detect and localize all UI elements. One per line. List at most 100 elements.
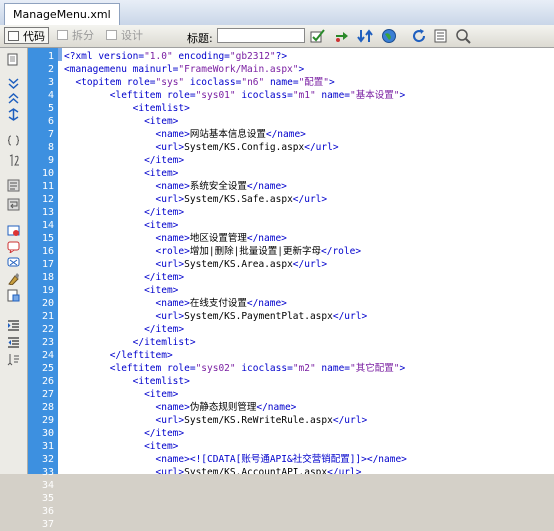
code-line[interactable]: <name>伪静态规则管理</name> <box>64 401 297 414</box>
highlight-invalid-icon[interactable] <box>7 179 20 192</box>
remove-comment-icon[interactable] <box>7 256 20 269</box>
split-view-label: 拆分 <box>72 29 94 42</box>
code-line[interactable]: </item> <box>64 154 184 167</box>
line-number: 5 <box>47 103 54 114</box>
line-number: 33 <box>41 467 54 478</box>
format-source-icon[interactable] <box>7 353 20 366</box>
line-number: 35 <box>41 493 54 504</box>
line-number: 19 <box>41 285 54 296</box>
validate-icon[interactable] <box>310 28 326 44</box>
code-view-button[interactable]: 代码 <box>4 27 49 44</box>
line-number: 22 <box>41 324 54 335</box>
split-view-button[interactable]: 拆分 <box>54 27 97 44</box>
line-number: 14 <box>41 220 54 231</box>
recent-snippets-icon[interactable] <box>7 289 20 302</box>
code-line[interactable]: </leftitem> <box>64 349 173 362</box>
code-line[interactable]: <item> <box>64 284 178 297</box>
code-line[interactable]: <name><![CDATA[账号通API&社交营销配置]]></name> <box>64 453 407 466</box>
expand-tag-icon[interactable] <box>7 92 20 105</box>
line-number-column: 1 2 3 4 5 6 7 8 9 10 11 12 13 14 15 16 17 18 19 20 21 22 23 24 2… <box>28 48 58 530</box>
tab-managemenu-xml[interactable]: ManageMenu.xml <box>4 3 120 25</box>
code-line[interactable]: <managemenu mainurl="FrameWork/Main.aspx… <box>64 63 304 76</box>
line-number: 9 <box>47 155 54 166</box>
visual-aids-icon[interactable] <box>455 28 471 44</box>
file-transfer-icon[interactable] <box>357 28 373 44</box>
syntax-error-icon[interactable] <box>7 224 20 237</box>
code-line[interactable]: <itemlist> <box>64 102 190 115</box>
line-number: 16 <box>41 246 54 257</box>
line-numbers-icon[interactable] <box>7 154 20 167</box>
preview-browser-icon[interactable] <box>381 28 397 44</box>
outdent-icon[interactable] <box>7 336 20 349</box>
line-number: 6 <box>47 116 54 127</box>
code-line[interactable]: <item> <box>64 167 178 180</box>
code-line[interactable]: <role>增加|删除|批量设置|更新字母</role> <box>64 245 362 258</box>
code-view-icon <box>8 31 19 41</box>
split-view-icon <box>57 30 68 40</box>
code-line[interactable]: </item> <box>64 427 184 440</box>
code-line[interactable]: </item> <box>64 206 184 219</box>
line-number: 20 <box>41 298 54 309</box>
word-wrap-icon[interactable] <box>7 198 20 211</box>
title-input[interactable] <box>217 28 305 43</box>
line-number: 11 <box>41 181 54 192</box>
line-number: 26 <box>41 376 54 387</box>
apply-comment-icon[interactable] <box>7 240 20 253</box>
document-tab-bar: ManageMenu.xml <box>0 0 554 26</box>
debug-icon[interactable] <box>334 28 350 44</box>
code-line[interactable]: <leftitem role="sys01" icoclass="m1" nam… <box>64 89 405 102</box>
indent-icon[interactable] <box>7 319 20 332</box>
line-number: 30 <box>41 428 54 439</box>
line-number: 15 <box>41 233 54 244</box>
code-line[interactable]: <name>在线支付设置</name> <box>64 297 287 310</box>
view-options-icon[interactable] <box>433 28 449 44</box>
line-number: 10 <box>41 168 54 179</box>
code-line[interactable]: <itemlist> <box>64 375 190 388</box>
code-view-label: 代码 <box>23 30 45 43</box>
code-line[interactable]: <url>System/KS.Area.aspx</url> <box>64 258 328 271</box>
design-view-button[interactable]: 设计 <box>103 27 146 44</box>
code-line[interactable]: <item> <box>64 388 178 401</box>
code-line[interactable]: </item> <box>64 323 184 336</box>
line-number: 1 <box>47 51 54 62</box>
code-line[interactable]: <name>网站基本信息设置</name> <box>64 128 306 141</box>
design-view-label: 设计 <box>121 29 143 42</box>
line-number: 23 <box>41 337 54 348</box>
design-view-icon <box>106 30 117 40</box>
code-line[interactable]: <url>System/KS.AccountAPI.aspx</url> <box>64 466 362 474</box>
code-editor[interactable]: <?xml version="1.0" encoding="gb2312"?> <… <box>58 48 554 474</box>
line-number: 34 <box>41 480 54 491</box>
code-line[interactable]: <name>地区设置管理</name> <box>64 232 287 245</box>
line-number: 3 <box>47 77 54 88</box>
line-number: 37 <box>41 519 54 530</box>
open-documents-icon[interactable] <box>7 53 20 66</box>
code-line[interactable]: <url>System/KS.PaymentPlat.aspx</url> <box>64 310 368 323</box>
line-number: 25 <box>41 363 54 374</box>
balance-braces-icon[interactable] <box>7 134 20 147</box>
line-number: 29 <box>41 415 54 426</box>
document-toolbar: 代码 拆分 设计 标题: <box>0 25 554 48</box>
coding-toolbar <box>0 48 28 474</box>
line-number: 13 <box>41 207 54 218</box>
code-line[interactable]: <url>System/KS.ReWriteRule.aspx</url> <box>64 414 368 427</box>
current-line-marker <box>58 48 62 61</box>
code-line[interactable]: <leftitem role="sys02" icoclass="m2" nam… <box>64 362 405 375</box>
refresh-icon[interactable] <box>411 28 427 44</box>
code-line[interactable]: <item> <box>64 115 178 128</box>
code-line[interactable]: <name>系统安全设置</name> <box>64 180 287 193</box>
code-line[interactable]: <item> <box>64 440 178 453</box>
code-line[interactable]: </item> <box>64 271 184 284</box>
collapse-tag-icon[interactable] <box>7 76 20 89</box>
line-number: 17 <box>41 259 54 270</box>
select-parent-icon[interactable] <box>7 108 20 121</box>
code-line[interactable]: <url>System/KS.Config.aspx</url> <box>64 141 339 154</box>
code-line[interactable]: <topitem role="sys" icoclass="n6" name="… <box>64 76 334 89</box>
line-number: 21 <box>41 311 54 322</box>
code-line[interactable]: <item> <box>64 219 178 232</box>
code-line[interactable]: <url>System/KS.Safe.aspx</url> <box>64 193 328 206</box>
line-number: 2 <box>47 64 54 75</box>
code-line[interactable]: </itemlist> <box>64 336 196 349</box>
line-number: 28 <box>41 402 54 413</box>
wrap-tag-icon[interactable] <box>7 272 20 285</box>
code-line[interactable]: <?xml version="1.0" encoding="gb2312"?> <box>64 50 287 63</box>
